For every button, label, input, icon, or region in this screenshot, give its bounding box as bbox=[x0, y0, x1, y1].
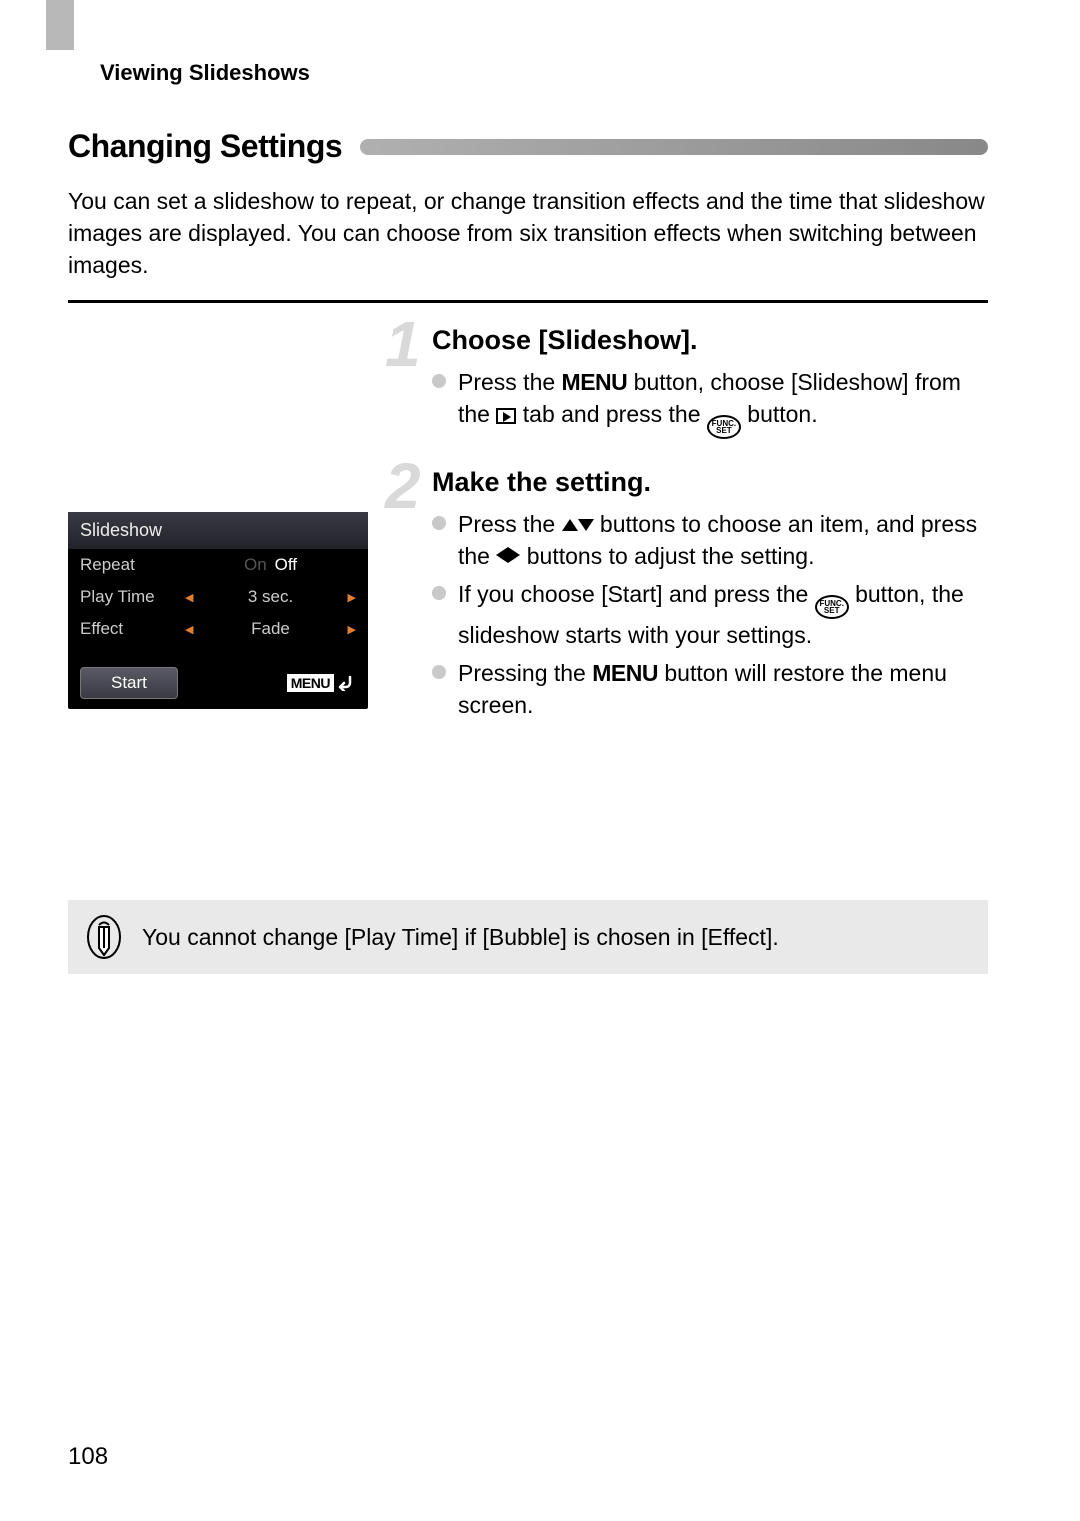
step-title: Make the setting. bbox=[432, 467, 990, 498]
bullet-item: Press the buttons to choose an item, and… bbox=[432, 508, 990, 572]
step-bullets: Press the buttons to choose an item, and… bbox=[432, 508, 990, 722]
note-text: You cannot change [Play Time] if [Bubble… bbox=[142, 924, 779, 951]
camera-start-button: Start bbox=[80, 667, 178, 699]
bullet-item: Pressing the MENU button will restore th… bbox=[432, 657, 990, 721]
intro-paragraph: You can set a slideshow to repeat, or ch… bbox=[68, 185, 988, 282]
left-right-buttons-icon bbox=[496, 543, 520, 569]
camera-row-label: Play Time bbox=[80, 587, 185, 607]
menu-button-label: MENU bbox=[592, 660, 658, 686]
return-arrow-icon bbox=[336, 675, 356, 691]
camera-menu-title: Slideshow bbox=[68, 512, 368, 549]
step-number: 1 bbox=[385, 307, 421, 381]
repeat-option-off: Off bbox=[275, 555, 297, 575]
section-heading: Changing Settings bbox=[68, 128, 342, 165]
up-down-buttons-icon bbox=[562, 511, 594, 537]
breadcrumb: Viewing Slideshows bbox=[100, 60, 310, 86]
section-heading-wrap: Changing Settings bbox=[68, 128, 988, 165]
menu-button-label: MENU bbox=[562, 369, 628, 395]
camera-row-repeat: Repeat On Off bbox=[68, 549, 368, 581]
step-title: Choose [Slideshow]. bbox=[432, 325, 990, 356]
camera-row-effect: Effect ◀ Fade ▶ bbox=[68, 613, 368, 645]
step-number: 2 bbox=[385, 449, 421, 523]
page-number: 108 bbox=[68, 1443, 108, 1471]
bullet-item: Press the MENU button, choose [Slideshow… bbox=[432, 366, 990, 439]
effect-value: Fade bbox=[251, 619, 290, 639]
camera-menu-back: MENU bbox=[287, 674, 356, 692]
left-arrow-icon: ◀ bbox=[185, 591, 193, 604]
repeat-option-on: On bbox=[244, 555, 267, 575]
playtime-value: 3 sec. bbox=[248, 587, 293, 607]
camera-row-label: Effect bbox=[80, 619, 185, 639]
left-arrow-icon: ◀ bbox=[185, 623, 193, 636]
note-box: You cannot change [Play Time] if [Bubble… bbox=[68, 900, 988, 974]
page-edge-tab bbox=[46, 0, 74, 50]
camera-row-playtime: Play Time ◀ 3 sec. ▶ bbox=[68, 581, 368, 613]
menu-label: MENU bbox=[287, 674, 334, 692]
heading-decoration-bar bbox=[360, 139, 988, 155]
horizontal-rule bbox=[68, 300, 988, 303]
func-set-button-icon: FUNC.SET bbox=[815, 595, 849, 619]
bullet-item: If you choose [Start] and press the FUNC… bbox=[432, 578, 990, 651]
camera-screen: Slideshow Repeat On Off Play Time ◀ 3 se… bbox=[68, 512, 368, 709]
step: 1Choose [Slideshow].Press the MENU butto… bbox=[390, 325, 990, 439]
func-set-button-icon: FUNC.SET bbox=[707, 415, 741, 439]
right-arrow-icon: ▶ bbox=[348, 623, 356, 636]
camera-row-label: Repeat bbox=[80, 555, 185, 575]
step-bullets: Press the MENU button, choose [Slideshow… bbox=[432, 366, 990, 439]
pencil-note-icon bbox=[86, 914, 122, 960]
right-arrow-icon: ▶ bbox=[348, 591, 356, 604]
steps: 1Choose [Slideshow].Press the MENU butto… bbox=[390, 325, 990, 750]
step: 2Make the setting.Press the buttons to c… bbox=[390, 467, 990, 722]
playback-tab-icon bbox=[496, 408, 516, 424]
